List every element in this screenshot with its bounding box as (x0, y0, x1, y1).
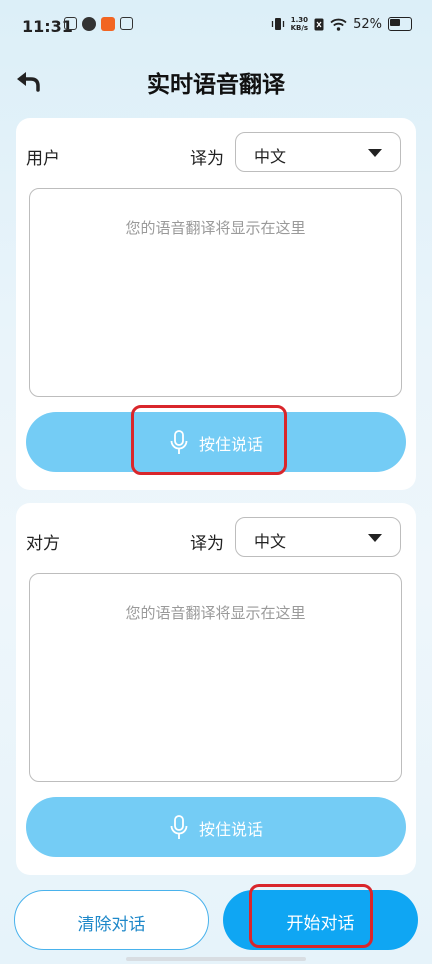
selected-language: 中文 (254, 532, 287, 551)
notification-icon-3 (101, 17, 115, 31)
dropdown-caret-icon (368, 534, 382, 542)
target-language-select-user[interactable]: 中文 (235, 132, 401, 172)
clear-button-label: 清除对话 (77, 915, 146, 935)
highlight-start-conversation (249, 884, 373, 948)
selected-language: 中文 (254, 147, 287, 166)
wifi-icon (330, 18, 347, 31)
translate-to-label: 译为 (190, 534, 224, 554)
translation-output-user: 您的语音翻译将显示在这里 (29, 188, 402, 397)
notification-icon-1 (64, 17, 77, 30)
clear-conversation-button[interactable]: 清除对话 (14, 890, 209, 950)
target-language-select-other[interactable]: 中文 (235, 517, 401, 557)
translation-output-other: 您的语音翻译将显示在这里 (29, 573, 402, 782)
hold-to-talk-button-other[interactable]: 按住说话 (26, 797, 406, 857)
page-title: 实时语音翻译 (147, 72, 285, 98)
system-status: 1.30 KB/s 52% (271, 16, 412, 32)
network-speed-unit: KB/s (290, 24, 309, 32)
sim-icon (314, 18, 324, 30)
battery-percent: 52% (353, 16, 382, 32)
other-panel: 对方 译为 中文 您的语音翻译将显示在这里 按住说话 (16, 503, 416, 875)
header: 实时语音翻译 (0, 52, 432, 110)
dropdown-caret-icon (368, 149, 382, 157)
microphone-icon (170, 815, 188, 839)
home-indicator (126, 957, 306, 961)
status-bar: 11:31 1.30 KB/s 52% (0, 0, 432, 52)
network-speed-value: 1.30 (290, 16, 308, 24)
notification-icon-2 (82, 17, 96, 31)
translation-placeholder: 您的语音翻译将显示在这里 (125, 604, 306, 622)
highlight-hold-to-talk (131, 405, 287, 475)
translation-placeholder: 您的语音翻译将显示在这里 (125, 219, 306, 237)
talk-button-label: 按住说话 (198, 820, 263, 839)
notification-icon-4 (120, 17, 133, 30)
notification-icons (64, 17, 133, 31)
speaker-label-other: 对方 (26, 534, 60, 554)
network-speed: 1.30 KB/s (291, 16, 308, 32)
battery-icon (388, 17, 412, 31)
vibrate-icon (271, 18, 284, 30)
translate-to-label: 译为 (190, 149, 224, 169)
speaker-label-user: 用户 (26, 149, 60, 169)
